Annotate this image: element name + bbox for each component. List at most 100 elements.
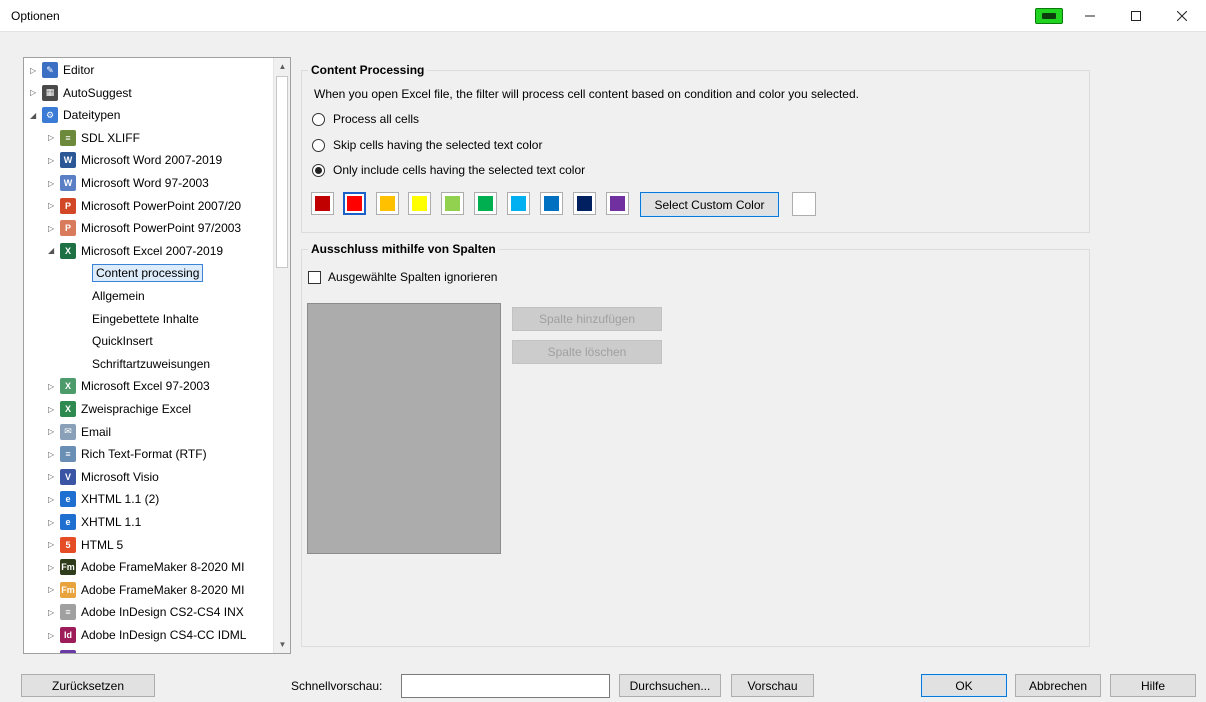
cancel-button[interactable]: Abbrechen <box>1015 674 1101 697</box>
expand-arrow-icon[interactable]: ▷ <box>48 405 58 414</box>
color-swatch-fill <box>610 196 625 211</box>
maximize-button[interactable] <box>1113 0 1159 32</box>
tree-scrollbar[interactable]: ▲ ▼ <box>273 58 290 653</box>
tree-item[interactable]: ▷Ic Adobe InCopy CS4-CC ICML <box>48 647 237 654</box>
expand-arrow-icon[interactable]: ▷ <box>48 495 58 504</box>
scroll-down-icon[interactable]: ▼ <box>274 636 290 653</box>
browse-button[interactable]: Durchsuchen... <box>619 674 721 697</box>
plugin-status-icon[interactable] <box>1035 8 1063 24</box>
reset-button[interactable]: Zurücksetzen <box>21 674 155 697</box>
radio-button[interactable] <box>312 138 325 152</box>
tree-item[interactable]: Eingebettete Inhalte <box>90 308 199 330</box>
select-custom-color-button[interactable]: Select Custom Color <box>640 192 779 217</box>
close-button[interactable] <box>1159 0 1205 32</box>
color-swatch[interactable] <box>606 192 629 215</box>
columns-list[interactable] <box>307 303 501 554</box>
options-tree[interactable]: ▷ ✎ Editor ▷ ▦ AutoSuggest ◢ ⚙ Dateitypen ▷ ≡ SDL X… <box>23 57 291 654</box>
expand-arrow-icon[interactable]: ▷ <box>48 631 58 640</box>
radio-button[interactable] <box>312 112 325 126</box>
expand-arrow-icon[interactable]: ▷ <box>48 540 58 549</box>
scroll-thumb[interactable] <box>276 76 288 268</box>
expand-arrow-icon[interactable]: ▷ <box>48 156 58 165</box>
expand-arrow-icon[interactable]: ▷ <box>48 133 58 142</box>
tree-item[interactable]: ▷ Fm Adobe FrameMaker 8-2020 MI <box>48 556 244 578</box>
radio-button[interactable] <box>312 163 325 177</box>
tree-item[interactable]: ▷ X Zweisprachige Excel <box>48 398 191 420</box>
tree-item[interactable]: ▷ ≡ SDL XLIFF <box>48 127 140 149</box>
tree-item[interactable]: ▷ 5 HTML 5 <box>48 534 123 556</box>
expand-arrow-icon[interactable]: ▷ <box>48 450 58 459</box>
expand-arrow-icon[interactable]: ▷ <box>48 653 58 654</box>
custom-color-swatch[interactable] <box>792 192 816 216</box>
expand-arrow-icon[interactable]: ▷ <box>48 518 58 527</box>
tree-item-label: XHTML 1.1 <box>81 515 142 529</box>
scroll-up-icon[interactable]: ▲ <box>274 58 290 75</box>
color-swatch[interactable] <box>311 192 334 215</box>
expand-arrow-icon[interactable]: ▷ <box>48 608 58 617</box>
color-swatch[interactable] <box>507 192 530 215</box>
color-swatch[interactable] <box>343 192 366 215</box>
ignore-columns-checkbox-row[interactable]: Ausgewählte Spalten ignorieren <box>308 270 497 284</box>
framemaker-icon: Fm <box>60 559 76 576</box>
tree-item[interactable]: ◢ ⚙ Dateitypen <box>30 104 120 126</box>
help-button[interactable]: Hilfe <box>1110 674 1196 697</box>
expand-arrow-icon[interactable]: ▷ <box>48 585 58 594</box>
tree-item[interactable]: ▷ W Microsoft Word 97-2003 <box>48 172 209 194</box>
tree-item-label: Eingebettete Inhalte <box>92 311 199 326</box>
tree-item[interactable]: QuickInsert <box>90 330 153 352</box>
collapse-arrow-icon[interactable]: ◢ <box>48 246 58 255</box>
expand-arrow-icon[interactable]: ▷ <box>48 179 58 188</box>
word-legacy-icon: W <box>60 175 76 191</box>
expand-arrow-icon[interactable]: ▷ <box>48 382 58 391</box>
powerpoint-legacy-icon: P <box>60 220 76 237</box>
excel-icon: X <box>60 242 76 259</box>
expand-arrow-icon[interactable]: ▷ <box>48 201 58 210</box>
expand-arrow-icon[interactable]: ▷ <box>48 563 58 572</box>
tree-item[interactable]: ◢ X Microsoft Excel 2007-2019 <box>48 240 223 262</box>
color-swatch[interactable] <box>376 192 399 215</box>
tree-item[interactable]: Content processing <box>90 262 204 284</box>
tree-item[interactable]: ▷ Fm Adobe FrameMaker 8-2020 MI <box>48 579 244 601</box>
color-swatch[interactable] <box>573 192 596 215</box>
tree-item[interactable]: ▷ ≡ Rich Text-Format (RTF) <box>48 443 207 465</box>
tree-item[interactable]: ▷ V Microsoft Visio <box>48 466 159 488</box>
radio-label: Process all cells <box>333 112 420 126</box>
radio-process-all[interactable]: Process all cells <box>312 110 419 128</box>
tree-item[interactable]: ▷ ≡ Adobe InDesign CS2-CS4 INX <box>48 601 244 623</box>
delete-column-button[interactable]: Spalte löschen <box>512 340 662 364</box>
color-swatch[interactable] <box>441 192 464 215</box>
visio-icon: V <box>60 468 76 485</box>
add-column-button[interactable]: Spalte hinzufügen <box>512 307 662 331</box>
tree-item[interactable]: ▷ X Microsoft Excel 97-2003 <box>48 375 210 397</box>
expand-arrow-icon[interactable]: ▷ <box>30 88 40 97</box>
tree-item[interactable]: Allgemein <box>90 285 145 307</box>
preview-button[interactable]: Vorschau <box>731 674 814 697</box>
tree-item[interactable]: Schriftartzuweisungen <box>90 353 210 375</box>
ignore-columns-checkbox[interactable] <box>308 270 321 284</box>
expand-arrow-icon[interactable]: ▷ <box>30 66 40 75</box>
tree-item[interactable]: ▷ P Microsoft PowerPoint 97/2003 <box>48 217 241 239</box>
color-swatch[interactable] <box>540 192 563 215</box>
tree-item[interactable]: ▷ Id Adobe InDesign CS4-CC IDML <box>48 624 246 646</box>
tree-item[interactable]: ▷ ▦ AutoSuggest <box>30 82 132 104</box>
radio-skip-color[interactable]: Skip cells having the selected text colo… <box>312 136 542 154</box>
color-swatch[interactable] <box>408 192 431 215</box>
tree-item-label: Microsoft Excel 97-2003 <box>81 379 210 394</box>
color-swatch[interactable] <box>474 192 497 215</box>
autosuggest-icon: ▦ <box>42 84 58 101</box>
tree-item[interactable]: ▷ P Microsoft PowerPoint 2007/20 <box>48 195 241 217</box>
ok-button[interactable]: OK <box>921 674 1007 697</box>
tree-item[interactable]: ▷ ✉ Email <box>48 421 111 443</box>
expand-arrow-icon[interactable]: ▷ <box>48 224 58 233</box>
tree-item[interactable]: ▷ W Microsoft Word 2007-2019 <box>48 149 222 171</box>
quick-preview-input[interactable] <box>401 674 610 698</box>
tree-item[interactable]: ▷ ✎ Editor <box>30 59 94 81</box>
minimize-button[interactable] <box>1067 0 1113 32</box>
tree-item[interactable]: ▷ e XHTML 1.1 <box>48 511 141 533</box>
collapse-arrow-icon[interactable]: ◢ <box>30 111 40 120</box>
radio-only-color[interactable]: Only include cells having the selected t… <box>312 161 585 179</box>
expand-arrow-icon[interactable]: ▷ <box>48 427 58 436</box>
tree-item[interactable]: ▷ e XHTML 1.1 (2) <box>48 488 159 510</box>
expand-arrow-icon[interactable]: ▷ <box>48 472 58 481</box>
tree-item-label: Adobe InCopy CS4-CC ICML <box>81 651 237 653</box>
